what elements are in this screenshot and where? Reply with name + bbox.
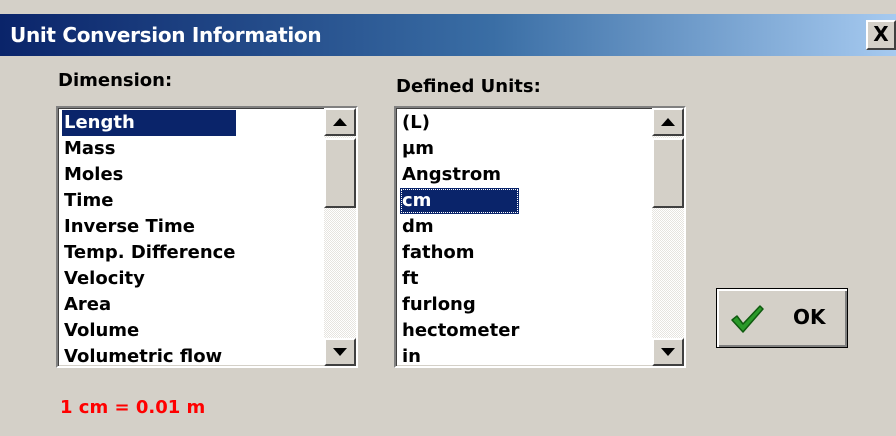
- scroll-down-button[interactable]: [652, 338, 684, 366]
- dimension-item[interactable]: Length: [62, 110, 236, 136]
- ok-button[interactable]: OK: [716, 288, 848, 348]
- unit-item[interactable]: dm: [400, 214, 519, 240]
- defined-units-label: Defined Units:: [396, 76, 541, 97]
- unit-item[interactable]: Angstrom: [400, 162, 519, 188]
- scroll-down-button[interactable]: [324, 338, 356, 366]
- unit-item[interactable]: hectometer: [400, 318, 519, 344]
- checkmark-icon: [731, 305, 764, 333]
- scroll-thumb[interactable]: [324, 138, 356, 208]
- arrow-up-icon: [661, 118, 675, 126]
- dimension-item[interactable]: Moles: [62, 162, 236, 188]
- dimension-label: Dimension:: [58, 70, 173, 91]
- window-title: Unit Conversion Information: [10, 23, 322, 47]
- close-icon: X: [873, 22, 889, 46]
- arrow-up-icon: [333, 118, 347, 126]
- scroll-thumb[interactable]: [652, 138, 684, 208]
- unit-item[interactable]: µm: [400, 136, 519, 162]
- arrow-down-icon: [333, 348, 347, 356]
- title-bar: Unit Conversion Information X: [0, 14, 896, 56]
- conversion-result: 1 cm = 0.01 m: [60, 397, 206, 418]
- scroll-up-button[interactable]: [324, 108, 356, 136]
- ok-label: OK: [793, 305, 826, 329]
- unit-item[interactable]: in: [400, 344, 519, 366]
- dimension-scrollbar[interactable]: [324, 108, 356, 366]
- dimension-item[interactable]: Volumetric flow: [62, 344, 236, 366]
- unit-item[interactable]: ft: [400, 266, 519, 292]
- unit-item[interactable]: fathom: [400, 240, 519, 266]
- dimension-list-items: Length Mass Moles Time Inverse Time Temp…: [62, 110, 236, 366]
- scroll-up-button[interactable]: [652, 108, 684, 136]
- dimension-listbox[interactable]: Length Mass Moles Time Inverse Time Temp…: [56, 106, 358, 368]
- dimension-item[interactable]: Area: [62, 292, 236, 318]
- dimension-item[interactable]: Time: [62, 188, 236, 214]
- close-button[interactable]: X: [866, 20, 896, 50]
- dimension-item[interactable]: Inverse Time: [62, 214, 236, 240]
- unit-item[interactable]: cm: [400, 188, 520, 214]
- unit-item[interactable]: furlong: [400, 292, 519, 318]
- arrow-down-icon: [661, 348, 675, 356]
- units-scrollbar[interactable]: [652, 108, 684, 366]
- dimension-item[interactable]: Velocity: [62, 266, 236, 292]
- dimension-item[interactable]: Mass: [62, 136, 236, 162]
- dimension-item[interactable]: Temp. Difference: [62, 240, 236, 266]
- unit-item[interactable]: (L): [400, 110, 519, 136]
- dimension-item[interactable]: Volume: [62, 318, 236, 344]
- defined-units-listbox[interactable]: (L) µm Angstrom cm dm fathom ft furlong …: [394, 106, 686, 368]
- units-list-items: (L) µm Angstrom cm dm fathom ft furlong …: [400, 110, 520, 366]
